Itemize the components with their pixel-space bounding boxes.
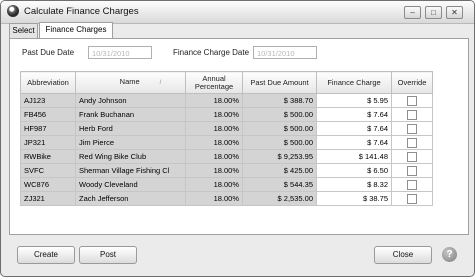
table-row[interactable]: SVFC Sherman Village Fishing Cl 18.00% $… (20, 163, 433, 178)
cell-name: Sherman Village Fishing Cl (75, 163, 186, 178)
column-header-name-label: Name (119, 77, 140, 86)
table-row[interactable]: FB456 Frank Buchanan 18.00% $ 500.00 $ 7… (20, 107, 433, 122)
cell-finance-charge[interactable]: $ 38.75 (316, 191, 392, 206)
override-checkbox[interactable] (407, 165, 417, 176)
cell-past-due-amount: $ 9,253.95 (242, 149, 317, 164)
cell-past-due-amount: $ 500.00 (242, 107, 317, 122)
override-checkbox[interactable] (407, 95, 417, 106)
cell-finance-charge[interactable]: $ 6.50 (316, 163, 392, 178)
title-bar: Calculate Finance Charges – □ ✕ (1, 1, 474, 24)
cell-past-due-amount: $ 500.00 (242, 121, 317, 136)
cell-override (391, 163, 433, 178)
cell-override (391, 93, 433, 108)
override-checkbox[interactable] (407, 151, 417, 162)
cell-abbreviation: FB456 (20, 107, 76, 122)
table-row[interactable]: ZJ321 Zach Jefferson 18.00% $ 2,535.00 $… (20, 191, 433, 206)
cell-finance-charge[interactable]: $ 141.48 (316, 149, 392, 164)
cell-abbreviation: AJ123 (20, 93, 76, 108)
past-due-date-field[interactable]: 10/31/2010 (88, 46, 152, 59)
cell-annual-percentage: 18.00% (185, 107, 243, 122)
override-checkbox[interactable] (407, 179, 417, 190)
past-due-date-label: Past Due Date (22, 48, 75, 57)
cell-name: Frank Buchanan (75, 107, 186, 122)
cell-override (391, 121, 433, 136)
column-header-past-due-amount[interactable]: Past Due Amount (242, 71, 317, 94)
tab-select[interactable]: Select (9, 23, 38, 38)
cell-annual-percentage: 18.00% (185, 93, 243, 108)
column-header-annual-percentage[interactable]: Annual Percentage (185, 71, 243, 94)
cell-annual-percentage: 18.00% (185, 149, 243, 164)
tab-finance-charges[interactable]: Finance Charges (39, 22, 113, 39)
window-title: Calculate Finance Charges (24, 6, 139, 17)
finance-charges-panel: Past Due Date 10/31/2010 Finance Charge … (9, 38, 469, 235)
cell-past-due-amount: $ 425.00 (242, 163, 317, 178)
cell-abbreviation: HF987 (20, 121, 76, 136)
app-icon (7, 5, 19, 17)
cell-abbreviation: WC876 (20, 177, 76, 192)
cell-annual-percentage: 18.00% (185, 135, 243, 150)
finance-charge-date-field[interactable]: 10/31/2010 (253, 46, 317, 59)
cell-past-due-amount: $ 544.35 (242, 177, 317, 192)
post-button[interactable]: Post (79, 246, 137, 264)
cell-abbreviation: JP321 (20, 135, 76, 150)
minimize-button[interactable]: – (404, 6, 421, 19)
override-checkbox[interactable] (407, 137, 417, 148)
sort-indicator-icon: / (159, 80, 162, 86)
table-row[interactable]: HF987 Herb Ford 18.00% $ 500.00 $ 7.64 (20, 121, 433, 136)
table-row[interactable]: JP321 Jim Pierce 18.00% $ 500.00 $ 7.64 (20, 135, 433, 150)
cell-name: Jim Pierce (75, 135, 186, 150)
maximize-button[interactable]: □ (425, 6, 442, 19)
finance-charges-table: Abbreviation Name / Annual Percentage Pas… (20, 71, 433, 206)
cell-finance-charge[interactable]: $ 8.32 (316, 177, 392, 192)
close-button[interactable]: Close (374, 246, 432, 264)
cell-finance-charge[interactable]: $ 7.64 (316, 135, 392, 150)
cell-abbreviation: SVFC (20, 163, 76, 178)
column-header-override[interactable]: Override (391, 71, 433, 94)
cell-annual-percentage: 18.00% (185, 163, 243, 178)
table-row[interactable]: WC876 Woody Cleveland 18.00% $ 544.35 $ … (20, 177, 433, 192)
cell-annual-percentage: 18.00% (185, 121, 243, 136)
cell-finance-charge[interactable]: $ 5.95 (316, 93, 392, 108)
cell-finance-charge[interactable]: $ 7.64 (316, 121, 392, 136)
cell-name: Woody Cleveland (75, 177, 186, 192)
cell-annual-percentage: 18.00% (185, 177, 243, 192)
create-button[interactable]: Create (17, 246, 75, 264)
cell-name: Red Wing Bike Club (75, 149, 186, 164)
cell-name: Zach Jefferson (75, 191, 186, 206)
calculate-finance-charges-window: Calculate Finance Charges – □ ✕ Select F… (0, 0, 475, 277)
table-row[interactable]: AJ123 Andy Johnson 18.00% $ 388.70 $ 5.9… (20, 93, 433, 108)
cell-past-due-amount: $ 500.00 (242, 135, 317, 150)
finance-charge-date-label: Finance Charge Date (173, 48, 250, 57)
column-header-finance-charge[interactable]: Finance Charge (316, 71, 392, 94)
cell-finance-charge[interactable]: $ 7.64 (316, 107, 392, 122)
override-checkbox[interactable] (407, 123, 417, 134)
cell-override (391, 191, 433, 206)
column-header-abbreviation[interactable]: Abbreviation (20, 71, 76, 94)
cell-override (391, 177, 433, 192)
cell-abbreviation: ZJ321 (20, 191, 76, 206)
column-header-name[interactable]: Name / (75, 71, 186, 94)
cell-override (391, 107, 433, 122)
override-checkbox[interactable] (407, 109, 417, 120)
cell-annual-percentage: 18.00% (185, 191, 243, 206)
cell-name: Herb Ford (75, 121, 186, 136)
cell-past-due-amount: $ 2,535.00 (242, 191, 317, 206)
override-checkbox[interactable] (407, 193, 417, 204)
cell-abbreviation: RWBike (20, 149, 76, 164)
close-window-button[interactable]: ✕ (446, 6, 463, 19)
cell-past-due-amount: $ 388.70 (242, 93, 317, 108)
help-icon[interactable]: ? (442, 247, 457, 262)
table-row[interactable]: RWBike Red Wing Bike Club 18.00% $ 9,253… (20, 149, 433, 164)
cell-override (391, 149, 433, 164)
cell-name: Andy Johnson (75, 93, 186, 108)
cell-override (391, 135, 433, 150)
table-header-row: Abbreviation Name / Annual Percentage Pas… (20, 71, 433, 94)
